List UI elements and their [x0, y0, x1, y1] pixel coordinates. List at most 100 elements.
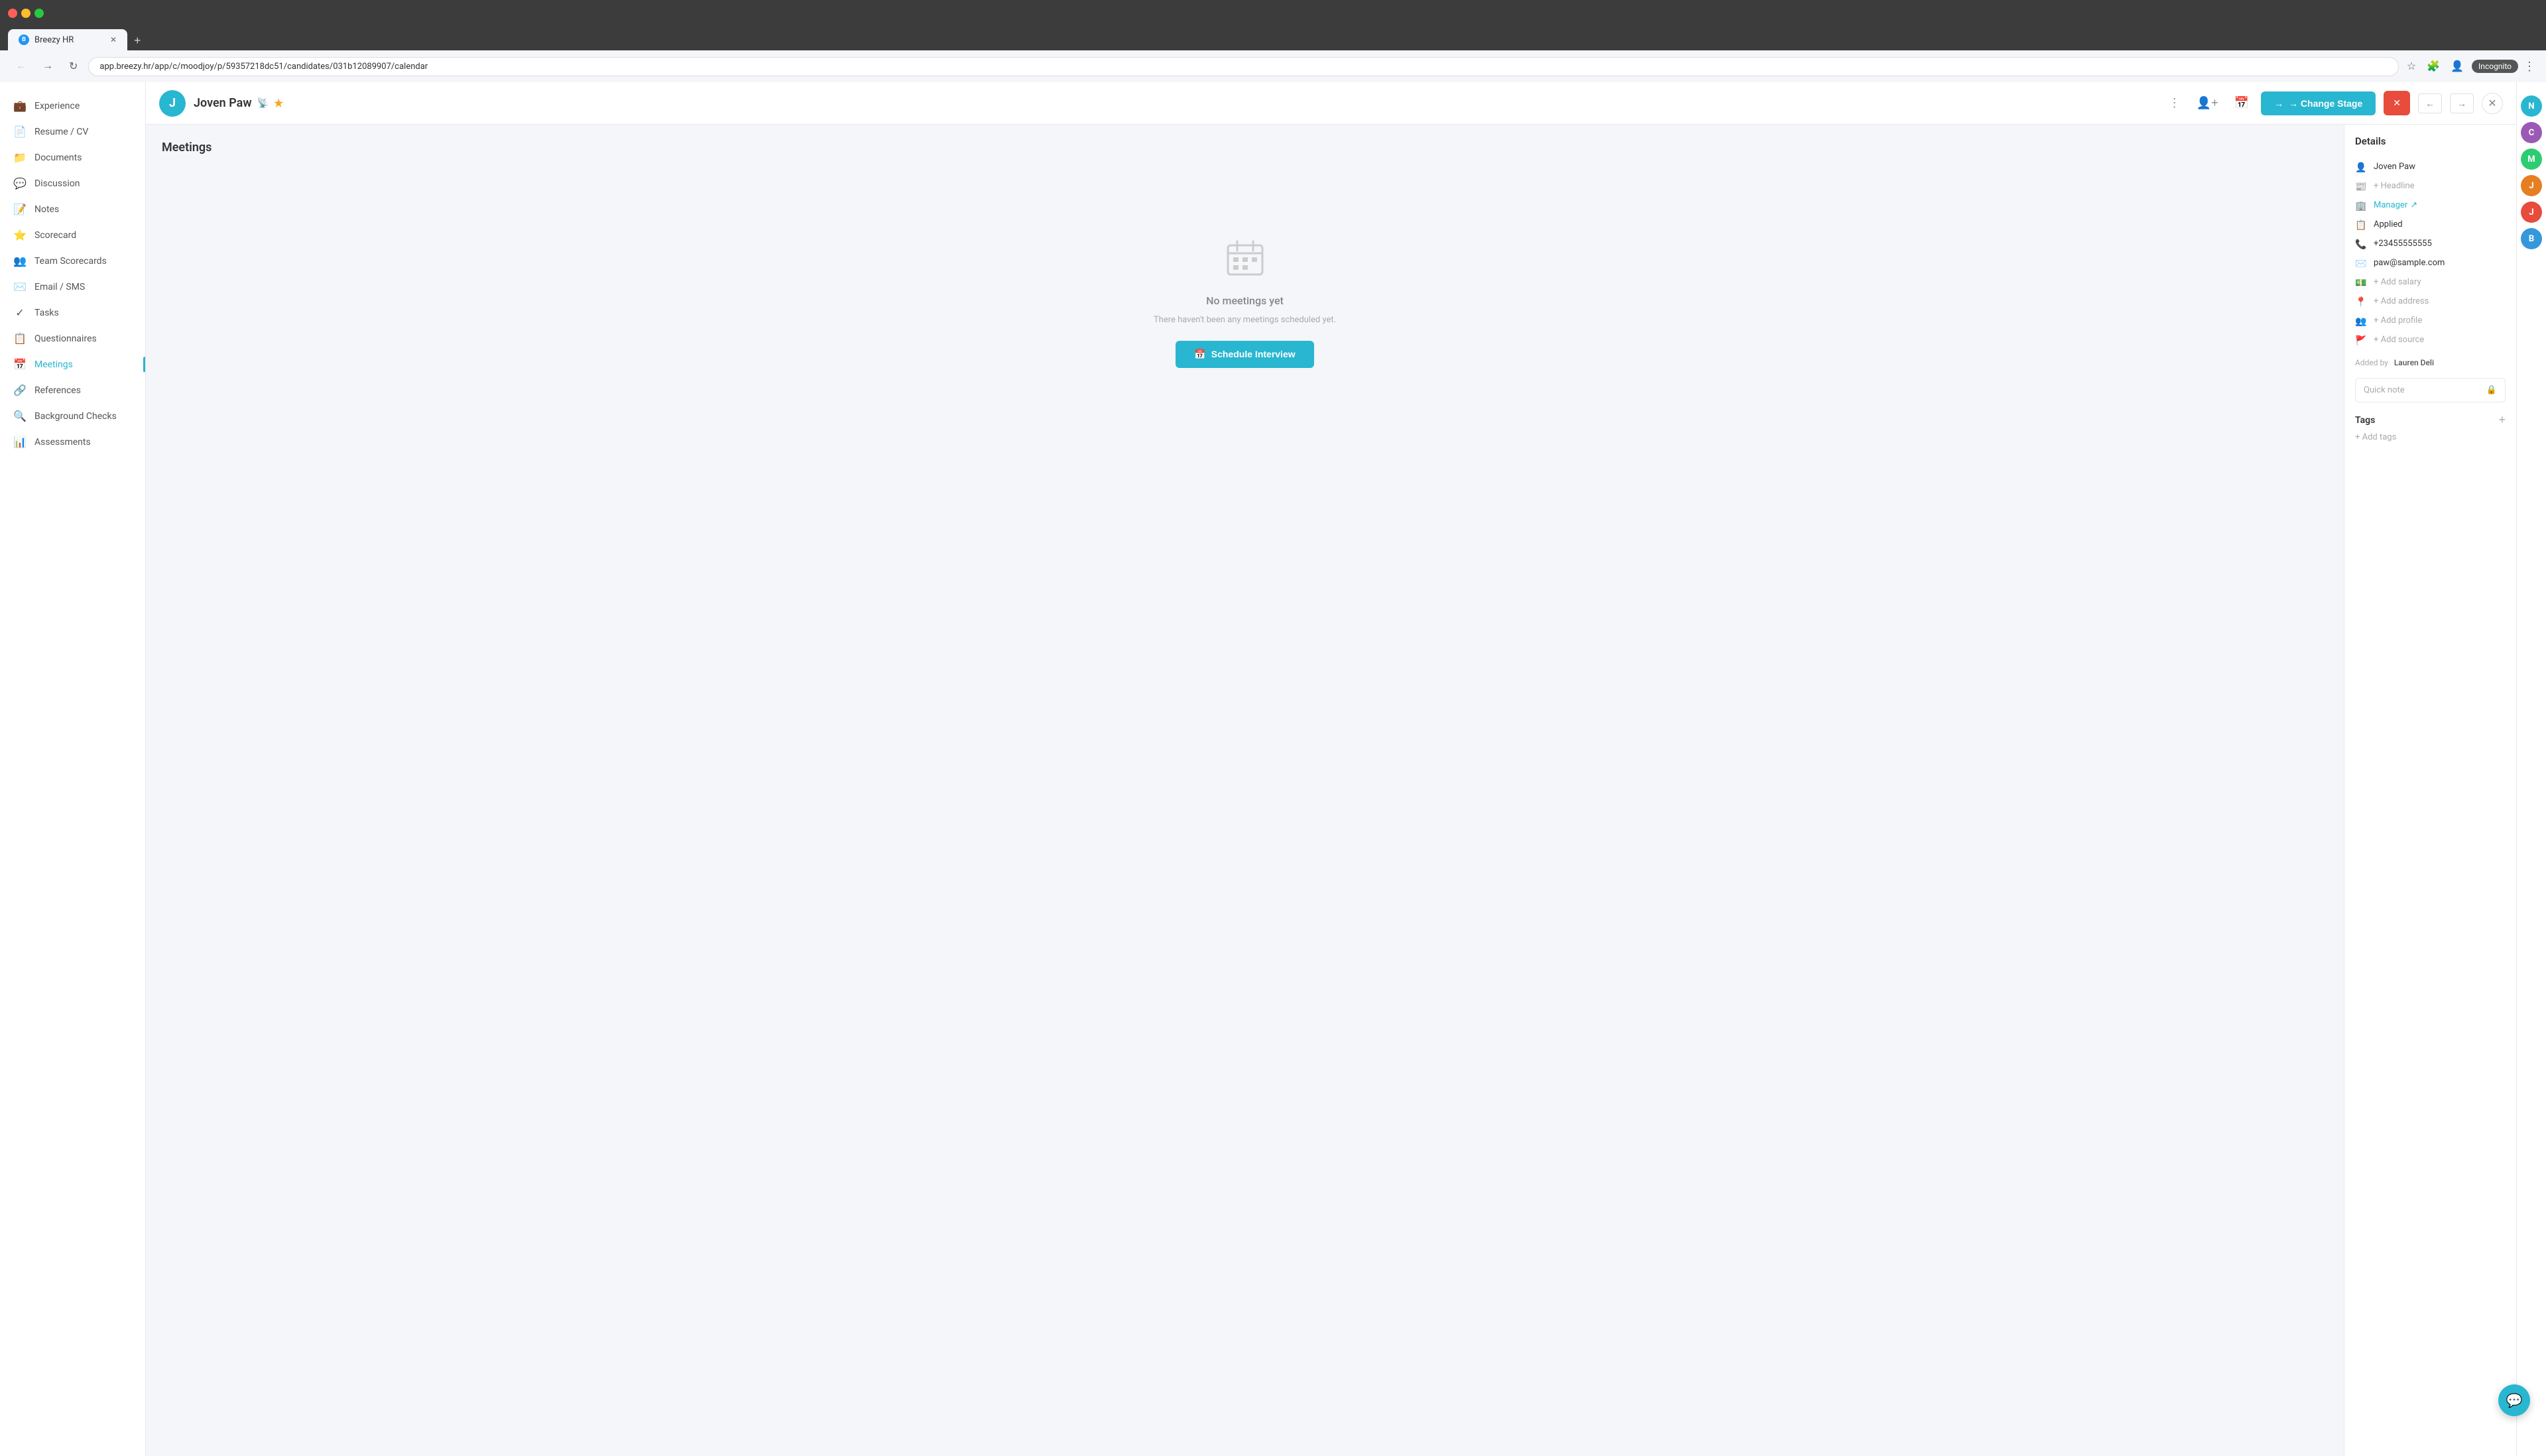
sidebar-item-label: Assessments: [34, 437, 91, 448]
main-content: Meetings: [146, 125, 2344, 1456]
forward-btn[interactable]: →: [37, 58, 58, 75]
empty-subtitle: There haven't been any meetings schedule…: [1154, 315, 1336, 325]
tags-section: Tags + + Add tags: [2355, 413, 2506, 442]
detail-phone: 📞 +23455555555: [2355, 235, 2506, 254]
questionnaires-icon: 📋: [13, 332, 27, 345]
add-tags-text[interactable]: + Add tags: [2355, 432, 2506, 442]
tab-close-btn[interactable]: ✕: [110, 35, 117, 44]
window-close-btn[interactable]: [8, 9, 17, 18]
window-minimize-btn[interactable]: [21, 9, 30, 18]
sidebar-item-discussion[interactable]: 💬 Discussion: [0, 170, 145, 196]
add-profile-btn[interactable]: + Add profile: [2374, 316, 2422, 326]
tags-label: Tags: [2355, 415, 2375, 426]
add-tag-btn[interactable]: +: [2498, 413, 2506, 427]
avatar-n[interactable]: N: [2521, 95, 2542, 117]
avatar-b[interactable]: B: [2521, 228, 2542, 249]
detail-address[interactable]: 📍 + Add address: [2355, 292, 2506, 312]
sidebar-item-tasks[interactable]: ✓ Tasks: [0, 300, 145, 326]
sidebar-item-team-scorecards[interactable]: 👥 Team Scorecards: [0, 248, 145, 274]
window-maximize-btn[interactable]: [34, 9, 44, 18]
avatar-j2[interactable]: J: [2521, 202, 2542, 223]
add-headline-btn[interactable]: + Headline: [2374, 181, 2415, 191]
email-value: paw@sample.com: [2374, 258, 2445, 268]
external-link-icon: ↗: [2410, 200, 2417, 210]
sidebar-item-label: Questionnaires: [34, 334, 97, 344]
sidebar-item-resume-cv[interactable]: 📄 Resume / CV: [0, 119, 145, 145]
detail-source[interactable]: 🚩 + Add source: [2355, 331, 2506, 350]
new-tab-btn[interactable]: +: [129, 31, 147, 50]
bookmark-btn[interactable]: ☆: [2404, 57, 2419, 76]
disqualify-btn[interactable]: ✕: [2384, 91, 2410, 115]
sidebar-item-label: Discussion: [34, 178, 80, 189]
detail-profile[interactable]: 👥 + Add profile: [2355, 312, 2506, 331]
candidate-name: Joven Paw 📡 ★: [194, 96, 283, 110]
chat-icon: 💬: [2506, 1392, 2523, 1408]
next-candidate-btn[interactable]: →: [2450, 93, 2474, 113]
schedule-label: Schedule Interview: [1211, 349, 1296, 359]
added-by-label: Added by: [2355, 358, 2388, 367]
chat-button[interactable]: 💬: [2498, 1384, 2530, 1416]
sidebar-item-meetings[interactable]: 📅 Meetings: [0, 351, 145, 377]
add-address-btn[interactable]: + Add address: [2374, 296, 2429, 306]
scorecard-icon: ⭐: [13, 229, 27, 241]
applied-value: Applied: [2374, 219, 2403, 229]
sidebar-item-assessments[interactable]: 📊 Assessments: [0, 429, 145, 455]
star-icon[interactable]: ★: [274, 97, 283, 109]
browser-menu-btn[interactable]: ⋮: [2523, 60, 2535, 74]
add-salary-btn[interactable]: + Add salary: [2374, 277, 2421, 287]
add-source-btn[interactable]: + Add source: [2374, 335, 2424, 345]
address-bar[interactable]: app.breezy.hr/app/c/moodjoy/p/59357218dc…: [88, 57, 2398, 76]
detail-headline[interactable]: 📰 + Headline: [2355, 177, 2506, 196]
reload-btn[interactable]: ↻: [64, 57, 83, 76]
back-btn[interactable]: ←: [11, 58, 32, 75]
source-icon: 🚩: [2355, 335, 2367, 346]
browser-titlebar: [0, 0, 2546, 27]
empty-title: No meetings yet: [1206, 294, 1284, 307]
page-header: J Joven Paw 📡 ★ ⋮ 👤+ 📅 → → Change Stage …: [146, 82, 2516, 125]
sidebar-item-label: Tasks: [34, 308, 59, 318]
change-stage-label: → Change Stage: [2289, 98, 2362, 109]
sidebar-item-background-checks[interactable]: 🔍 Background Checks: [0, 403, 145, 429]
add-person-btn[interactable]: 👤+: [2193, 92, 2222, 114]
more-options-btn[interactable]: ⋮: [2165, 92, 2185, 114]
close-candidate-btn[interactable]: ✕: [2482, 93, 2503, 114]
extensions-btn[interactable]: 🧩: [2424, 57, 2443, 76]
empty-calendar-icon: [1225, 239, 1265, 286]
nav-actions: ☆ 🧩 👤 Incognito ⋮: [2404, 57, 2535, 76]
sidebar-item-experience[interactable]: 💼 Experience: [0, 93, 145, 119]
documents-icon: 📁: [13, 151, 27, 164]
person-icon: 👤: [2355, 162, 2367, 173]
sidebar-item-questionnaires[interactable]: 📋 Questionnaires: [0, 326, 145, 351]
profile-icon: 👥: [2355, 316, 2367, 327]
tab-favicon: B: [19, 34, 29, 45]
manager-link[interactable]: Manager ↗: [2374, 200, 2417, 210]
schedule-interview-btn[interactable]: 📅 Schedule Interview: [1176, 341, 1313, 368]
tags-header: Tags +: [2355, 413, 2506, 427]
rss-icon[interactable]: 📡: [257, 98, 269, 109]
sidebar-item-references[interactable]: 🔗 References: [0, 377, 145, 403]
tasks-icon: ✓: [13, 306, 27, 319]
nav-bar: ← → ↻ app.breezy.hr/app/c/moodjoy/p/5935…: [0, 50, 2546, 82]
active-tab[interactable]: B Breezy HR ✕: [8, 29, 127, 50]
quick-note-field[interactable]: Quick note 🔒: [2355, 378, 2506, 402]
content-wrapper: Meetings: [146, 125, 2516, 1456]
prev-candidate-btn[interactable]: ←: [2418, 93, 2442, 113]
profile-btn[interactable]: 👤: [2448, 57, 2466, 76]
calendar-btn[interactable]: 📅: [2230, 92, 2253, 114]
change-stage-btn[interactable]: → → Change Stage: [2261, 91, 2376, 115]
avatar-c[interactable]: C: [2521, 122, 2542, 143]
detail-salary[interactable]: 💵 + Add salary: [2355, 273, 2506, 292]
applied-icon: 📋: [2355, 220, 2367, 231]
sidebar-item-notes[interactable]: 📝 Notes: [0, 196, 145, 222]
sidebar-item-label: Resume / CV: [34, 127, 88, 137]
sidebar-item-scorecard[interactable]: ⭐ Scorecard: [0, 222, 145, 248]
sidebar-item-email-sms[interactable]: ✉️ Email / SMS: [0, 274, 145, 300]
lock-icon: 🔒: [2486, 385, 2497, 395]
avatar-m[interactable]: M: [2521, 149, 2542, 170]
avatar-j1[interactable]: J: [2521, 175, 2542, 196]
tab-bar: B Breezy HR ✕ +: [0, 27, 2546, 50]
quick-note-placeholder: Quick note: [2364, 385, 2405, 395]
sidebar-item-documents[interactable]: 📁 Documents: [0, 145, 145, 170]
manager-label: Manager: [2374, 200, 2407, 210]
schedule-icon: 📅: [1194, 349, 1205, 360]
